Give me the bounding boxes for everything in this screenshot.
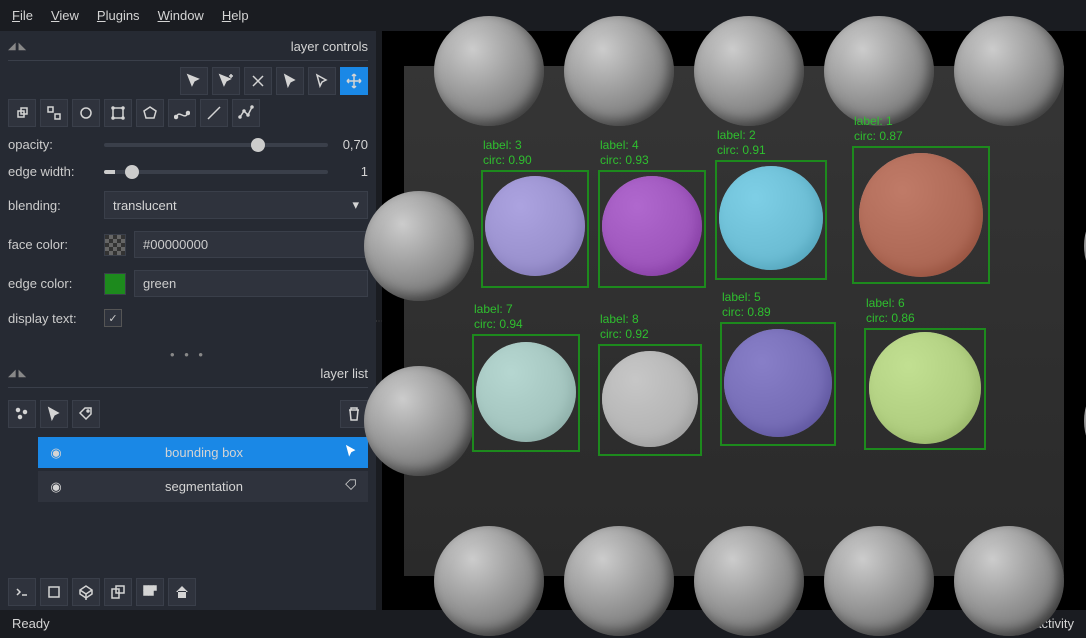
delete-shape-tool[interactable] xyxy=(244,67,272,95)
bounding-box[interactable]: label: 8circ: 0.92 xyxy=(598,344,702,456)
face-color-label: face color: xyxy=(8,237,96,252)
opacity-label: opacity: xyxy=(8,137,96,152)
menu-help[interactable]: Help xyxy=(222,8,249,23)
edge-color-label: edge color: xyxy=(8,276,96,291)
menu-plugins[interactable]: Plugins xyxy=(97,8,140,23)
shape-mode-toolbar xyxy=(8,67,368,95)
transpose-button[interactable] xyxy=(104,578,132,606)
new-labels-layer-button[interactable] xyxy=(72,400,100,428)
roll-dims-button[interactable] xyxy=(72,578,100,606)
background-coin xyxy=(694,16,804,126)
add-vertex-tool[interactable] xyxy=(212,67,240,95)
bbox-label: label: 3circ: 0.90 xyxy=(483,138,532,169)
bbox-label: label: 2circ: 0.91 xyxy=(717,128,766,159)
left-panel: ◢ ◣ layer controls opacity: 0,70 xyxy=(0,31,376,610)
more-controls-icon[interactable]: • • • xyxy=(8,347,368,362)
console-button[interactable] xyxy=(8,578,36,606)
menu-view[interactable]: View xyxy=(51,8,79,23)
image-canvas: label: 3circ: 0.90label: 4circ: 0.93labe… xyxy=(404,66,1064,576)
edge-width-label: edge width: xyxy=(8,164,96,179)
background-coin xyxy=(694,526,804,636)
viewer-toolbar xyxy=(8,574,368,610)
bbox-label: label: 5circ: 0.89 xyxy=(722,290,771,321)
dock-handle-icon[interactable]: ◢ ◣ xyxy=(8,41,26,52)
direct-select-tool[interactable] xyxy=(308,67,336,95)
canvas-viewer[interactable]: label: 3circ: 0.90label: 4circ: 0.93labe… xyxy=(382,31,1086,610)
statusbar: Ready ▴ activity xyxy=(0,610,1086,638)
bounding-box[interactable]: label: 1circ: 0.87 xyxy=(852,146,990,284)
shape-draw-toolbar xyxy=(8,99,368,127)
background-coin xyxy=(954,526,1064,636)
edge-color-input[interactable]: green xyxy=(134,270,368,297)
background-coin xyxy=(824,526,934,636)
background-coin xyxy=(364,191,474,301)
blending-label: blending: xyxy=(8,198,96,213)
visibility-toggle-icon[interactable]: ◉ xyxy=(48,479,64,495)
select-vertices-tool[interactable] xyxy=(180,67,208,95)
add-ellipse-tool[interactable] xyxy=(72,99,100,127)
grid-button[interactable] xyxy=(136,578,164,606)
background-coin xyxy=(564,16,674,126)
layer-name: segmentation xyxy=(74,479,334,494)
layer-toolbar xyxy=(8,400,368,428)
bounding-box[interactable]: label: 4circ: 0.93 xyxy=(598,170,706,288)
layer-controls-header: ◢ ◣ layer controls xyxy=(8,37,368,61)
opacity-slider[interactable] xyxy=(104,143,328,147)
new-shapes-layer-button[interactable] xyxy=(40,400,68,428)
background-coin xyxy=(824,16,934,126)
shapes-layer-icon xyxy=(344,444,358,461)
menu-file[interactable]: File xyxy=(12,8,33,23)
background-coin xyxy=(434,16,544,126)
background-coin xyxy=(954,16,1064,126)
face-color-input[interactable]: #00000000 xyxy=(134,231,368,258)
bounding-box[interactable]: label: 7circ: 0.94 xyxy=(472,334,580,452)
bounding-box[interactable]: label: 6circ: 0.86 xyxy=(864,328,986,450)
edge-width-slider[interactable] xyxy=(104,170,328,174)
visibility-toggle-icon[interactable]: ◉ xyxy=(48,445,64,461)
background-coin xyxy=(364,366,474,476)
select-tool[interactable] xyxy=(276,67,304,95)
edge-color-swatch[interactable] xyxy=(104,273,126,295)
add-rectangles-tool[interactable] xyxy=(40,99,68,127)
home-button[interactable] xyxy=(168,578,196,606)
ndisplay-button[interactable] xyxy=(40,578,68,606)
add-path-tool[interactable] xyxy=(168,99,196,127)
bbox-label: label: 1circ: 0.87 xyxy=(854,114,903,145)
bbox-label: label: 4circ: 0.93 xyxy=(600,138,649,169)
new-points-layer-button[interactable] xyxy=(8,400,36,428)
layer-list-title: layer list xyxy=(320,366,368,381)
background-coin xyxy=(434,526,544,636)
blending-select[interactable]: translucent ▾ xyxy=(104,191,368,219)
layer-item-bounding-box[interactable]: ◉ bounding box xyxy=(38,437,368,468)
layer-list-header: ◢ ◣ layer list xyxy=(8,364,368,388)
dock-handle-icon[interactable]: ◢ ◣ xyxy=(8,368,26,379)
menubar: File View Plugins Window Help xyxy=(0,0,1086,31)
bounding-box[interactable]: label: 5circ: 0.89 xyxy=(720,322,836,446)
bounding-box[interactable]: label: 3circ: 0.90 xyxy=(481,170,589,288)
display-text-label: display text: xyxy=(8,311,96,326)
layer-item-segmentation[interactable]: ◉ segmentation xyxy=(38,471,368,502)
status-text: Ready xyxy=(12,616,50,632)
face-color-swatch[interactable] xyxy=(104,234,126,256)
blending-value: translucent xyxy=(113,198,177,213)
bbox-label: label: 8circ: 0.92 xyxy=(600,312,649,343)
layer-name: bounding box xyxy=(74,445,334,460)
add-line-tool[interactable] xyxy=(200,99,228,127)
add-polyline-tool[interactable] xyxy=(232,99,260,127)
opacity-value: 0,70 xyxy=(336,137,368,152)
background-coin xyxy=(564,526,674,636)
bbox-label: label: 6circ: 0.86 xyxy=(866,296,915,327)
labels-layer-icon xyxy=(344,478,358,495)
edge-width-value: 1 xyxy=(336,164,368,179)
display-text-checkbox[interactable]: ✓ xyxy=(104,309,122,327)
add-polygon-tool[interactable] xyxy=(136,99,164,127)
add-rectangle-tool[interactable] xyxy=(8,99,36,127)
menu-window[interactable]: Window xyxy=(158,8,204,23)
pan-zoom-tool[interactable] xyxy=(340,67,368,95)
bounding-box[interactable]: label: 2circ: 0.91 xyxy=(715,160,827,280)
layer-controls-title: layer controls xyxy=(291,39,368,54)
add-polygon-rect-tool[interactable] xyxy=(104,99,132,127)
bbox-label: label: 7circ: 0.94 xyxy=(474,302,523,333)
chevron-down-icon: ▾ xyxy=(352,197,359,213)
